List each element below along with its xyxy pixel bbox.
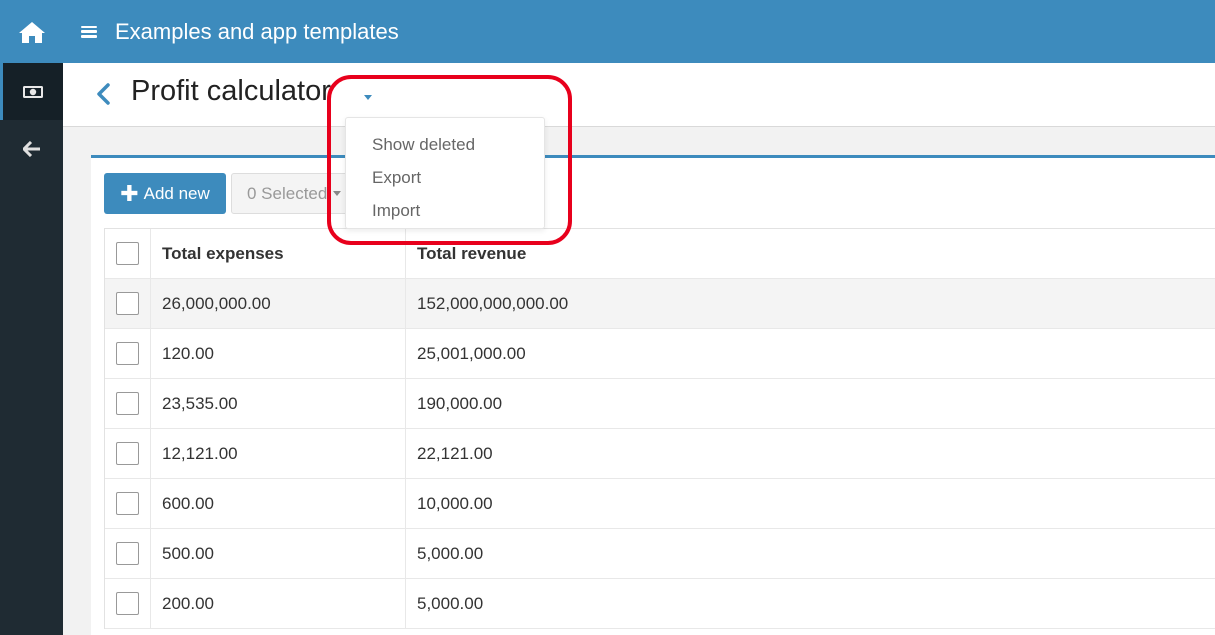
cell-total-expenses: 120.00 <box>151 329 406 378</box>
row-checkbox[interactable] <box>116 342 139 365</box>
cell-total-revenue: 10,000.00 <box>417 493 493 513</box>
cell-total-expenses: 500.00 <box>151 529 406 578</box>
table-row[interactable]: 26,000,000.00 152,000,000,000.00 <box>105 279 1215 329</box>
table-header-row: Total expenses Total revenue <box>105 229 1215 279</box>
row-checkbox[interactable] <box>116 542 139 565</box>
row-checkbox-cell <box>105 479 151 528</box>
row-checkbox-cell <box>105 429 151 478</box>
sidebar-item-back[interactable] <box>0 120 63 177</box>
table-row[interactable]: 200.00 5,000.00 <box>105 579 1215 629</box>
content-area: ✚ Add new 0 Selected Total expenses Tota… <box>63 127 1215 635</box>
money-icon <box>23 85 43 98</box>
cell-total-revenue: 25,001,000.00 <box>417 343 526 363</box>
column-header-total-expenses[interactable]: Total expenses <box>151 229 406 278</box>
menu-item-show-deleted[interactable]: Show deleted <box>346 128 544 161</box>
caret-down-icon <box>364 95 372 100</box>
row-checkbox-cell <box>105 379 151 428</box>
row-checkbox[interactable] <box>116 392 139 415</box>
row-checkbox[interactable] <box>116 442 139 465</box>
sidebar-item-profit-calculator[interactable] <box>0 63 63 120</box>
cell-total-expenses: 600.00 <box>151 479 406 528</box>
cell-total-expenses: 26,000,000.00 <box>151 279 406 328</box>
row-checkbox-cell <box>105 279 151 328</box>
home-button[interactable] <box>0 0 63 63</box>
home-icon <box>18 21 45 43</box>
hamburger-icon[interactable] <box>81 25 97 38</box>
row-checkbox[interactable] <box>116 592 139 615</box>
back-button[interactable] <box>93 81 115 107</box>
records-panel: ✚ Add new 0 Selected Total expenses Tota… <box>91 155 1215 635</box>
select-all-checkbox[interactable] <box>116 242 139 265</box>
row-checkbox-cell <box>105 329 151 378</box>
table-row[interactable]: 12,121.00 22,121.00 <box>105 429 1215 479</box>
row-checkbox[interactable] <box>116 292 139 315</box>
caret-down-icon <box>333 191 342 196</box>
menu-item-import[interactable]: Import <box>346 194 544 227</box>
cell-total-revenue: 152,000,000,000.00 <box>417 293 569 313</box>
header-checkbox-cell <box>105 229 151 278</box>
top-bar: Examples and app templates <box>63 0 1215 63</box>
table-row[interactable]: 120.00 25,001,000.00 <box>105 329 1215 379</box>
app-title: Examples and app templates <box>115 18 399 44</box>
page-header: Profit calculator <box>63 63 1215 127</box>
arrow-left-icon <box>22 140 40 157</box>
cell-total-revenue: 22,121.00 <box>417 443 493 463</box>
records-table: Total expenses Total revenue 26,000,000.… <box>104 228 1215 629</box>
sidebar <box>0 0 63 635</box>
chevron-left-icon <box>97 83 110 105</box>
row-checkbox-cell <box>105 579 151 628</box>
table-row[interactable]: 23,535.00 190,000.00 <box>105 379 1215 429</box>
table-row[interactable]: 600.00 10,000.00 <box>105 479 1215 529</box>
row-checkbox-cell <box>105 529 151 578</box>
add-new-button[interactable]: ✚ Add new <box>104 173 226 214</box>
table-row[interactable]: 500.00 5,000.00 <box>105 529 1215 579</box>
menu-item-export[interactable]: Export <box>346 161 544 194</box>
cell-total-revenue: 5,000.00 <box>417 543 484 563</box>
page-title: Profit calculator <box>131 75 331 107</box>
column-header-total-revenue[interactable]: Total revenue <box>406 229 1215 278</box>
cell-total-expenses: 12,121.00 <box>151 429 406 478</box>
page-options-menu: Show deleted Export Import <box>345 117 545 229</box>
row-checkbox[interactable] <box>116 492 139 515</box>
bulk-actions-button[interactable]: 0 Selected <box>231 173 356 214</box>
selected-count-label: 0 Selected <box>247 183 328 203</box>
cell-total-revenue: 5,000.00 <box>417 593 484 613</box>
add-new-label: Add new <box>143 183 210 203</box>
cell-total-expenses: 200.00 <box>151 579 406 628</box>
plus-icon: ✚ <box>120 180 139 206</box>
cell-total-expenses: 23,535.00 <box>151 379 406 428</box>
page-options-dropdown-toggle[interactable] <box>361 90 375 102</box>
cell-total-revenue: 190,000.00 <box>417 393 503 413</box>
